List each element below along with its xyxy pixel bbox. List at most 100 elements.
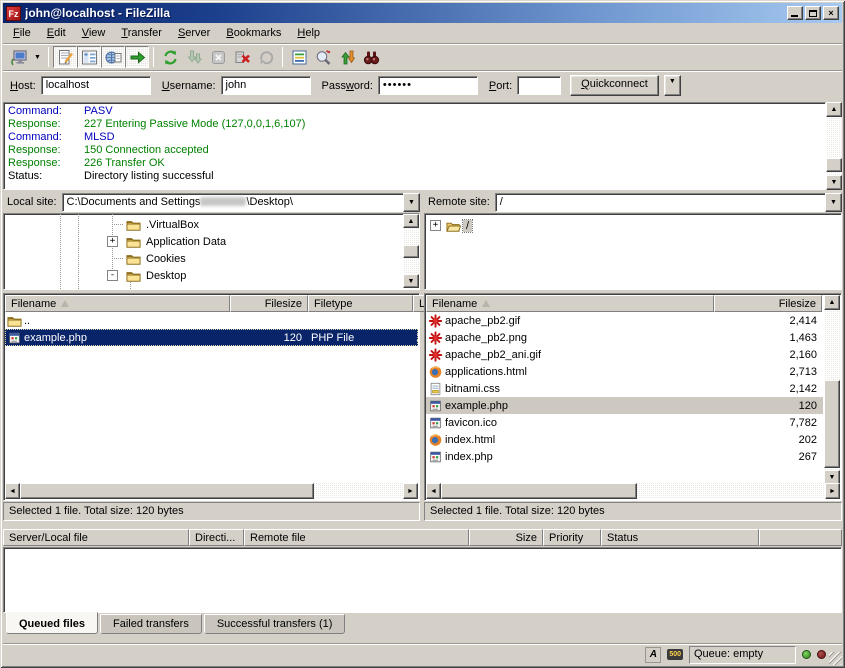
refresh-icon	[162, 49, 179, 66]
tab-successful-transfers[interactable]: Successful transfers (1)	[204, 614, 346, 634]
tab-queued-files[interactable]: Queued files	[6, 612, 98, 634]
scroll-up-button[interactable]: ▲	[826, 102, 842, 117]
resize-grip[interactable]	[829, 652, 842, 665]
minimize-button[interactable]	[787, 6, 803, 20]
menu-bar: File Edit View Transfer Server Bookmarks…	[3, 23, 842, 43]
file-row[interactable]: favicon.ico 7,782	[426, 414, 823, 431]
local-path-value[interactable]: C:\Documents and Settings\Desktop\	[62, 193, 403, 212]
scroll-thumb[interactable]	[824, 380, 840, 468]
host-input[interactable]: localhost	[41, 76, 151, 95]
scroll-right-button[interactable]: ►	[403, 483, 418, 499]
scroll-left-button[interactable]: ◄	[5, 483, 20, 499]
column-filesize[interactable]: Filesize	[230, 295, 308, 312]
column-status[interactable]: Status	[601, 529, 759, 546]
menu-edit[interactable]: Edit	[39, 25, 74, 41]
menu-bookmarks[interactable]: Bookmarks	[218, 25, 289, 41]
transfer-queue-header: Server/Local file Directi... Remote file…	[3, 529, 842, 547]
combo-dropdown-icon[interactable]: ▼	[403, 193, 420, 212]
scroll-down-button[interactable]: ▼	[403, 274, 419, 288]
scroll-up-button[interactable]: ▲	[403, 214, 419, 228]
local-directory-tree[interactable]: .VirtualBox + Application Data Cookies	[3, 213, 420, 290]
menu-view[interactable]: View	[74, 25, 114, 41]
file-row-example-php[interactable]: example.php 120 PHP File 1	[5, 329, 418, 346]
toggle-local-tree-button[interactable]	[77, 46, 101, 68]
local-path-combobox[interactable]: C:\Documents and Settings\Desktop\ ▼	[62, 193, 420, 212]
reconnect-icon	[258, 49, 275, 66]
directory-filters-button[interactable]	[287, 46, 311, 68]
scroll-thumb[interactable]	[441, 483, 637, 499]
process-queue-button[interactable]	[182, 46, 206, 68]
file-row[interactable]: apache_pb2_ani.gif 2,160	[426, 346, 823, 363]
log-line: Command:MLSD	[4, 131, 825, 144]
scroll-up-button[interactable]: ▲	[824, 295, 840, 310]
column-filetype[interactable]: Filetype	[308, 295, 413, 312]
tree-item-cookies[interactable]: Cookies	[4, 250, 419, 267]
tree-expand-icon[interactable]: +	[430, 220, 441, 231]
disconnect-button[interactable]	[230, 46, 254, 68]
column-direction[interactable]: Directi...	[189, 529, 244, 546]
filter-icon	[291, 49, 308, 66]
menu-file[interactable]: File	[5, 25, 39, 41]
scroll-right-button[interactable]: ►	[825, 483, 840, 499]
synchronized-browsing-button[interactable]	[335, 46, 359, 68]
file-row[interactable]: index.html 202	[426, 431, 823, 448]
redacted-username	[200, 197, 246, 206]
tree-item-desktop[interactable]: - Desktop	[4, 267, 419, 284]
transfer-queue-list[interactable]	[3, 547, 842, 613]
directory-comparison-button[interactable]	[311, 46, 335, 68]
file-row-parent-dir[interactable]: ..	[5, 312, 418, 329]
column-filename[interactable]: Filename	[5, 295, 230, 312]
tree-expand-icon[interactable]: +	[107, 236, 118, 247]
column-size[interactable]: Size	[469, 529, 543, 546]
scroll-left-button[interactable]: ◄	[426, 483, 441, 499]
file-row[interactable]: applications.html 2,713	[426, 363, 823, 380]
column-server-local-file[interactable]: Server/Local file	[3, 529, 189, 546]
find-files-button[interactable]	[359, 46, 383, 68]
file-row[interactable]: apache_pb2.gif 2,414	[426, 312, 823, 329]
column-priority[interactable]: Priority	[543, 529, 601, 546]
toggle-remote-tree-button[interactable]	[101, 46, 125, 68]
username-input[interactable]: john	[221, 76, 311, 95]
combo-dropdown-icon[interactable]: ▼	[825, 193, 842, 212]
close-button[interactable]: ×	[823, 6, 839, 20]
reconnect-button[interactable]	[254, 46, 278, 68]
apache-file-icon	[428, 314, 443, 328]
tree-collapse-icon[interactable]: -	[107, 270, 118, 281]
menu-server[interactable]: Server	[170, 25, 218, 41]
scroll-thumb[interactable]	[20, 483, 314, 499]
site-manager-dropdown-button[interactable]: ▼	[31, 46, 44, 68]
remote-path-combobox[interactable]: / ▼	[495, 193, 842, 212]
remote-directory-tree[interactable]: + /	[424, 213, 842, 290]
tree-item-virtualbox[interactable]: .VirtualBox	[4, 216, 419, 233]
maximize-button[interactable]	[805, 6, 821, 20]
quickconnect-dropdown-button[interactable]: ▼	[664, 75, 681, 96]
scroll-thumb[interactable]	[826, 158, 842, 172]
cancel-operation-button[interactable]	[206, 46, 230, 68]
file-row[interactable]: index.php 267	[426, 448, 823, 465]
column-remote-file[interactable]: Remote file	[244, 529, 469, 546]
tree-item-root[interactable]: + /	[425, 217, 841, 234]
remote-path-value[interactable]: /	[495, 193, 825, 212]
scroll-down-button[interactable]: ▼	[826, 175, 842, 190]
title-bar[interactable]: Fz john@localhost - FileZilla ×	[3, 3, 842, 23]
password-input[interactable]: ••••••	[378, 76, 478, 95]
file-row[interactable]: bitnami.css 2,142	[426, 380, 823, 397]
column-filename[interactable]: Filename	[426, 295, 714, 312]
toggle-message-log-button[interactable]	[53, 46, 77, 68]
tab-failed-transfers[interactable]: Failed transfers	[100, 614, 202, 634]
local-tree-icon	[81, 49, 98, 66]
menu-transfer[interactable]: Transfer	[113, 25, 170, 41]
toggle-transfer-queue-button[interactable]	[125, 46, 149, 68]
refresh-button[interactable]	[158, 46, 182, 68]
file-row[interactable]: apache_pb2.png 1,463	[426, 329, 823, 346]
column-filesize[interactable]: Filesize	[714, 295, 822, 312]
tree-item-application-data[interactable]: + Application Data	[4, 233, 419, 250]
scroll-thumb[interactable]	[403, 245, 419, 258]
open-site-manager-button[interactable]	[7, 46, 31, 68]
menu-help[interactable]: Help	[289, 25, 328, 41]
transfer-queue-icon	[129, 49, 146, 66]
port-input[interactable]	[517, 76, 561, 95]
log-line: Response:227 Entering Passive Mode (127,…	[4, 118, 825, 131]
file-row-example-php[interactable]: example.php 120	[426, 397, 823, 414]
quickconnect-button[interactable]: Quickconnect	[570, 75, 659, 96]
